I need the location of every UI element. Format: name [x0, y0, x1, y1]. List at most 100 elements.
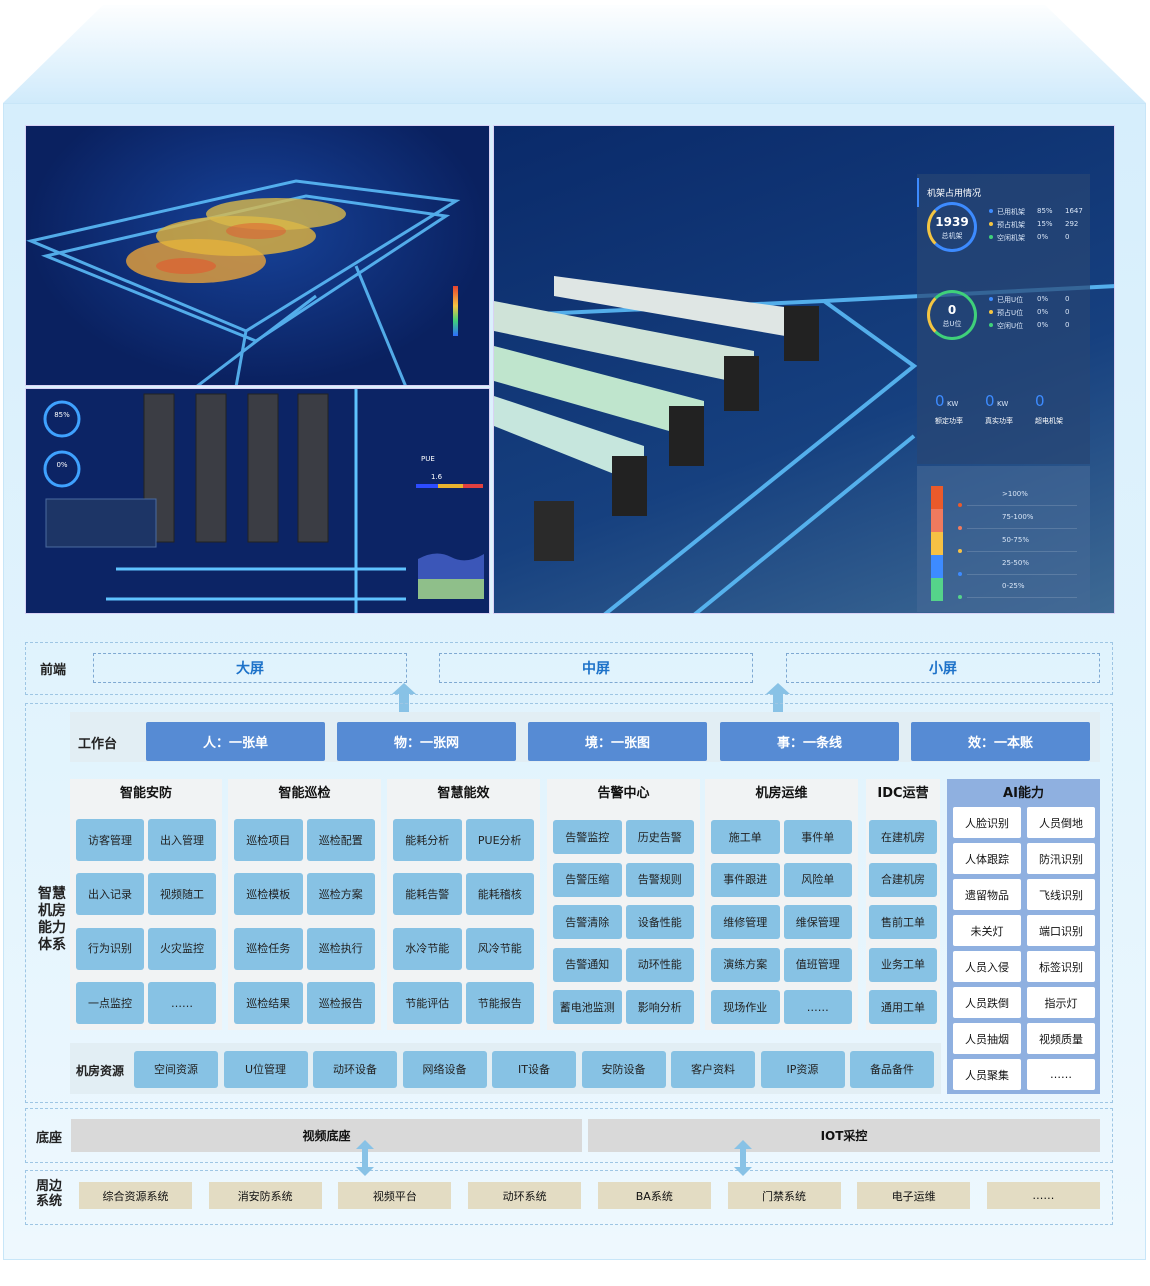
module-item[interactable]: 合建机房: [869, 862, 937, 897]
resource-item[interactable]: 客户资料: [671, 1051, 755, 1088]
module-item[interactable]: ……: [148, 982, 216, 1024]
peripheral-item[interactable]: 消安防系统: [208, 1182, 322, 1209]
screen-box-1[interactable]: 中屏: [439, 653, 753, 683]
peripheral-item[interactable]: ……: [986, 1182, 1100, 1209]
module-item[interactable]: 巡检任务: [234, 927, 303, 970]
peripheral-item[interactable]: 动环系统: [468, 1182, 582, 1209]
heat-range-label: 75-100%: [1002, 513, 1034, 521]
ai-item[interactable]: 人脸识别: [953, 807, 1021, 838]
heat-line: [967, 551, 1077, 552]
heat-line: [967, 597, 1077, 598]
module-item[interactable]: 巡检配置: [306, 819, 375, 861]
resource-item[interactable]: 网络设备: [402, 1051, 487, 1088]
screen-box-0[interactable]: 大屏: [93, 653, 407, 683]
module-item[interactable]: 事件跟进: [711, 862, 780, 897]
module-item[interactable]: 告警通知: [553, 947, 622, 982]
module-item[interactable]: 在建机房: [869, 820, 937, 854]
module-item[interactable]: 蓄电池监测: [553, 990, 622, 1024]
module-item[interactable]: 能耗告警: [393, 873, 462, 916]
module-item[interactable]: 视频随工: [148, 873, 216, 916]
module-item[interactable]: 告警压缩: [553, 862, 622, 897]
ai-item[interactable]: 人员倒地: [1027, 807, 1095, 838]
ai-item[interactable]: 遗留物品: [953, 879, 1021, 910]
workbench-button-1[interactable]: 物：一张网: [337, 722, 516, 761]
ai-item[interactable]: 飞线识别: [1027, 879, 1095, 910]
module-item[interactable]: 行为识别: [76, 927, 144, 970]
module-item[interactable]: 巡检报告: [306, 982, 375, 1024]
ai-item[interactable]: 端口识别: [1027, 915, 1095, 946]
module-item[interactable]: PUE分析: [465, 819, 534, 861]
peripheral-item[interactable]: BA系统: [597, 1182, 711, 1209]
module-item[interactable]: 水冷节能: [393, 927, 462, 970]
peripheral-item[interactable]: 门禁系统: [727, 1182, 841, 1209]
module-item[interactable]: 巡检结果: [234, 982, 303, 1024]
workbench-button-4[interactable]: 效：一本账: [911, 722, 1090, 761]
module-item[interactable]: 访客管理: [76, 819, 144, 861]
resource-item[interactable]: IT设备: [492, 1051, 576, 1088]
module-item[interactable]: 设备性能: [625, 905, 694, 939]
module-item[interactable]: 售前工单: [869, 905, 937, 939]
module-item[interactable]: 出入管理: [148, 819, 216, 861]
module-item[interactable]: 火灾监控: [148, 927, 216, 970]
heatmap-screenshot: [25, 125, 490, 386]
module-item[interactable]: 节能报告: [465, 982, 534, 1024]
peripheral-item[interactable]: 视频平台: [338, 1182, 452, 1209]
ai-item[interactable]: 人体跟踪: [953, 843, 1021, 874]
module-item[interactable]: 施工单: [711, 820, 780, 854]
module-item[interactable]: 一点监控: [76, 982, 144, 1024]
module-item[interactable]: ……: [783, 990, 852, 1024]
ai-item[interactable]: 标签识别: [1027, 951, 1095, 982]
resource-item[interactable]: 动环设备: [313, 1051, 397, 1088]
ai-item[interactable]: 人员抽烟: [953, 1023, 1021, 1054]
module-item[interactable]: 业务工单: [869, 947, 937, 982]
module-item[interactable]: 影响分析: [625, 990, 694, 1024]
module-item[interactable]: 巡检方案: [306, 873, 375, 916]
module-item[interactable]: 能耗稽核: [465, 873, 534, 916]
module-item[interactable]: 演练方案: [711, 947, 780, 982]
resource-item[interactable]: IP资源: [760, 1051, 845, 1088]
ai-item[interactable]: 防汛识别: [1027, 843, 1095, 874]
module-item[interactable]: 历史告警: [625, 820, 694, 854]
workbench-button-3[interactable]: 事：一条线: [720, 722, 899, 761]
ring-value: 1939: [935, 215, 969, 229]
ai-item[interactable]: 人员入侵: [953, 951, 1021, 982]
peripheral-item[interactable]: 电子运维: [857, 1182, 971, 1209]
base-label: 底座: [36, 1130, 63, 1146]
ai-item[interactable]: 人员聚集: [953, 1059, 1021, 1090]
screen-box-2[interactable]: 小屏: [786, 653, 1100, 683]
base-item-iot[interactable]: IOT采控: [588, 1119, 1100, 1152]
resource-item[interactable]: 空间资源: [134, 1051, 218, 1088]
module-item[interactable]: 能耗分析: [393, 819, 462, 861]
ai-item[interactable]: 未关灯: [953, 915, 1021, 946]
resource-item[interactable]: 安防设备: [581, 1051, 666, 1088]
module-item[interactable]: 出入记录: [76, 873, 144, 916]
module-item[interactable]: 告警规则: [625, 862, 694, 897]
base-item-video[interactable]: 视频底座: [71, 1119, 582, 1152]
resource-item[interactable]: 备品备件: [850, 1051, 934, 1088]
module-item[interactable]: 维保管理: [783, 905, 852, 939]
legend-dot: [989, 310, 993, 314]
module-item[interactable]: 巡检执行: [306, 927, 375, 970]
workbench-button-0[interactable]: 人：一张单: [146, 722, 325, 761]
module-item[interactable]: 维修管理: [711, 905, 780, 939]
module-item[interactable]: 动环性能: [625, 947, 694, 982]
ai-item[interactable]: 人员跌倒: [953, 987, 1021, 1018]
workbench-button-2[interactable]: 境：一张图: [528, 722, 707, 761]
module-item[interactable]: 通用工单: [869, 990, 937, 1024]
module-item[interactable]: 风险单: [783, 862, 852, 897]
module-item[interactable]: 风冷节能: [465, 927, 534, 970]
module-item[interactable]: 告警监控: [553, 820, 622, 854]
module-item[interactable]: 巡检模板: [234, 873, 303, 916]
module-item[interactable]: 现场作业: [711, 990, 780, 1024]
module-item[interactable]: 事件单: [783, 820, 852, 854]
ai-item[interactable]: ……: [1027, 1059, 1095, 1090]
ai-item[interactable]: 指示灯: [1027, 987, 1095, 1018]
peripheral-item[interactable]: 综合资源系统: [79, 1182, 192, 1209]
module-item[interactable]: 告警清除: [553, 905, 622, 939]
resource-item[interactable]: U位管理: [223, 1051, 308, 1088]
module-item[interactable]: 节能评估: [393, 982, 462, 1024]
module-item[interactable]: 巡检项目: [234, 819, 303, 861]
ai-item[interactable]: 视频质量: [1027, 1023, 1095, 1054]
module-item[interactable]: 值班管理: [783, 947, 852, 982]
frontend-label: 前端: [40, 662, 67, 678]
